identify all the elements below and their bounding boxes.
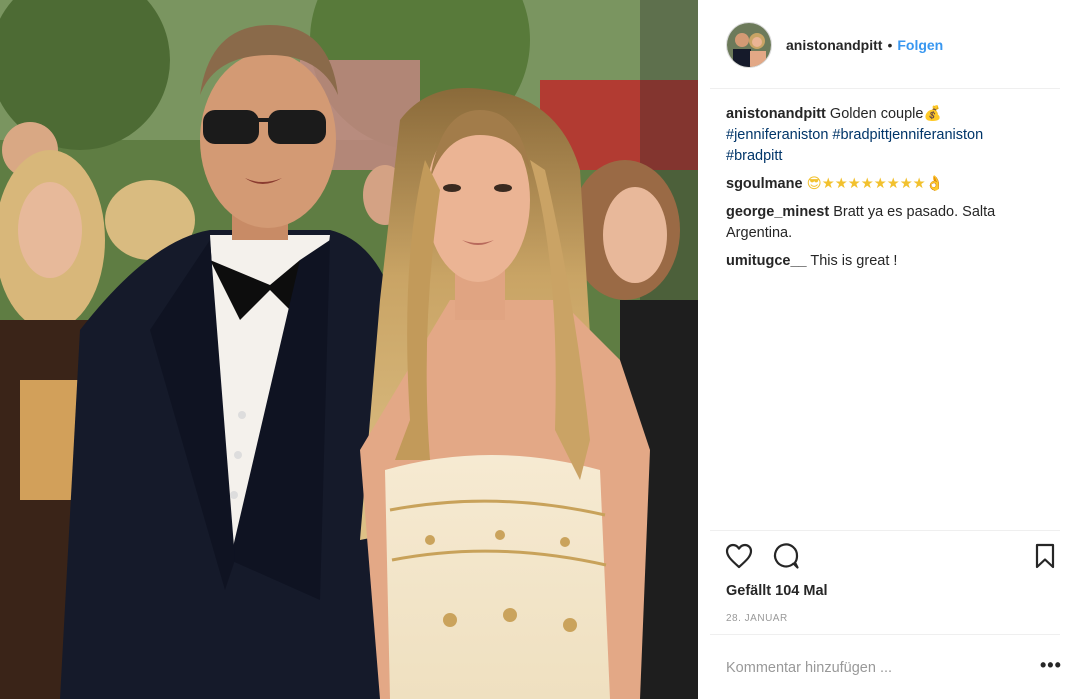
action-bar: [724, 541, 1060, 573]
post-header: anistonandpitt • Folgen: [698, 0, 1070, 89]
list-item: umitugce__ This is great !: [726, 251, 1046, 272]
heart-icon[interactable]: [724, 541, 754, 571]
comment-input[interactable]: [726, 652, 1016, 684]
comment-username[interactable]: sgoulmane: [726, 176, 803, 192]
post-photo[interactable]: [0, 0, 698, 699]
caption-comment: anistonandpitt Golden couple💰 #jennifera…: [726, 104, 1046, 167]
header-username[interactable]: anistonandpitt: [786, 37, 882, 53]
comment-username[interactable]: anistonandpitt: [726, 106, 826, 122]
list-item: sgoulmane 😎★★★★★★★★👌: [726, 174, 1046, 195]
hashtag-link[interactable]: #bradpittjenniferaniston: [832, 127, 983, 143]
money-bag-icon: 💰: [923, 106, 942, 122]
bookmark-icon[interactable]: [1030, 541, 1060, 571]
comment-username[interactable]: george_minest: [726, 204, 829, 220]
header-separator: •: [887, 36, 893, 53]
actions-divider: [710, 530, 1060, 531]
post-panel: anistonandpitt • Folgen anistonandpitt G…: [698, 0, 1070, 699]
follow-button[interactable]: Folgen: [897, 37, 943, 53]
comment-text: Golden couple: [829, 106, 924, 122]
photo-image: [0, 0, 698, 699]
comment-list: anistonandpitt Golden couple💰 #jennifera…: [726, 104, 1046, 279]
comment-icon[interactable]: [771, 541, 801, 571]
list-item: george_minest Bratt ya es pasado. Salta …: [726, 202, 1046, 244]
hashtag-link[interactable]: #bradpitt: [726, 148, 782, 164]
comment-text: This is great !: [810, 253, 898, 269]
avatar[interactable]: [726, 21, 772, 68]
likes-count[interactable]: Gefällt 104 Mal: [726, 583, 828, 599]
comment-username[interactable]: umitugce__: [726, 253, 807, 269]
avatar-image: [727, 22, 771, 67]
comment-text: 😎★★★★★★★★👌: [806, 176, 944, 192]
hashtag-link[interactable]: #jenniferaniston: [726, 127, 828, 143]
post-date[interactable]: 28. JANUAR: [726, 613, 788, 624]
header-divider: [710, 88, 1060, 89]
input-divider: [710, 634, 1060, 635]
more-options-icon[interactable]: •••: [1040, 655, 1062, 676]
